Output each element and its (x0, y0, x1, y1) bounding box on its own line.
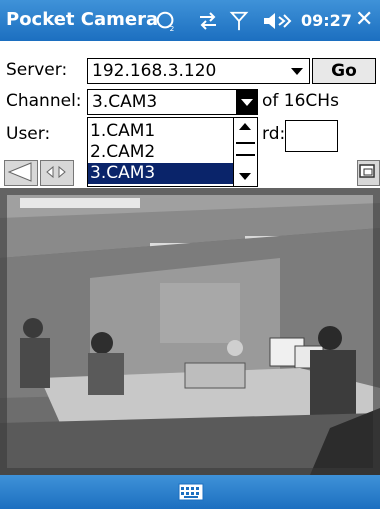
signal-icon[interactable] (228, 10, 250, 32)
keyboard-icon[interactable] (178, 483, 204, 501)
scroll-up-button[interactable] (234, 118, 257, 135)
scroll-down-button[interactable] (234, 168, 257, 185)
chevron-down-icon (241, 99, 253, 106)
channel-option[interactable]: 1.CAM1 (88, 121, 236, 142)
channel-value: 3.CAM3 (92, 92, 158, 112)
go-button[interactable]: Go (312, 58, 376, 84)
channel-label: Channel: (6, 91, 82, 111)
server-label: Server: (6, 60, 68, 80)
fullscreen-button[interactable] (357, 160, 380, 186)
channel-option-selected[interactable]: 3.CAM3 (88, 163, 236, 184)
title-bar: Pocket Camera 2 09:27 ✕ (0, 0, 380, 41)
chevron-down-icon (239, 173, 251, 180)
channel-count: of 16CHs (262, 91, 339, 111)
password-label: rd: (262, 124, 286, 144)
camera-view[interactable] (0, 188, 380, 475)
live-video-feed (0, 188, 380, 475)
channel-dropdown-list[interactable]: 1.CAM1 2.CAM2 3.CAM3 (87, 117, 258, 187)
volume-icon[interactable] (262, 10, 292, 32)
channel-dropdown-button[interactable] (236, 89, 258, 115)
chevron-down-icon[interactable] (291, 68, 303, 75)
scroll-thumb[interactable] (236, 142, 255, 156)
clock-time: 09:27 (301, 11, 352, 30)
user-label: User: (6, 124, 51, 144)
channel-option[interactable]: 2.CAM2 (88, 142, 236, 163)
prev-button[interactable] (4, 160, 38, 186)
svg-text:2: 2 (170, 24, 175, 32)
pan-button[interactable] (40, 160, 74, 186)
chevron-up-icon (239, 123, 251, 130)
connectivity-icon[interactable] (196, 10, 220, 32)
arrow-left-icon (7, 162, 32, 182)
app-title: Pocket Camera (6, 9, 159, 30)
window-icon (359, 164, 375, 178)
password-field[interactable] (285, 120, 338, 152)
pan-arrows-icon (46, 165, 66, 179)
dropdown-scrollbar[interactable] (233, 118, 257, 186)
server-combobox[interactable]: 192.168.3.120 (87, 58, 310, 84)
server-value: 192.168.3.120 (92, 61, 217, 81)
channel-combobox[interactable]: 3.CAM3 (87, 89, 237, 115)
bottom-bar (0, 475, 380, 509)
close-icon[interactable]: ✕ (355, 7, 373, 32)
notification-icon[interactable]: 2 (155, 10, 177, 32)
